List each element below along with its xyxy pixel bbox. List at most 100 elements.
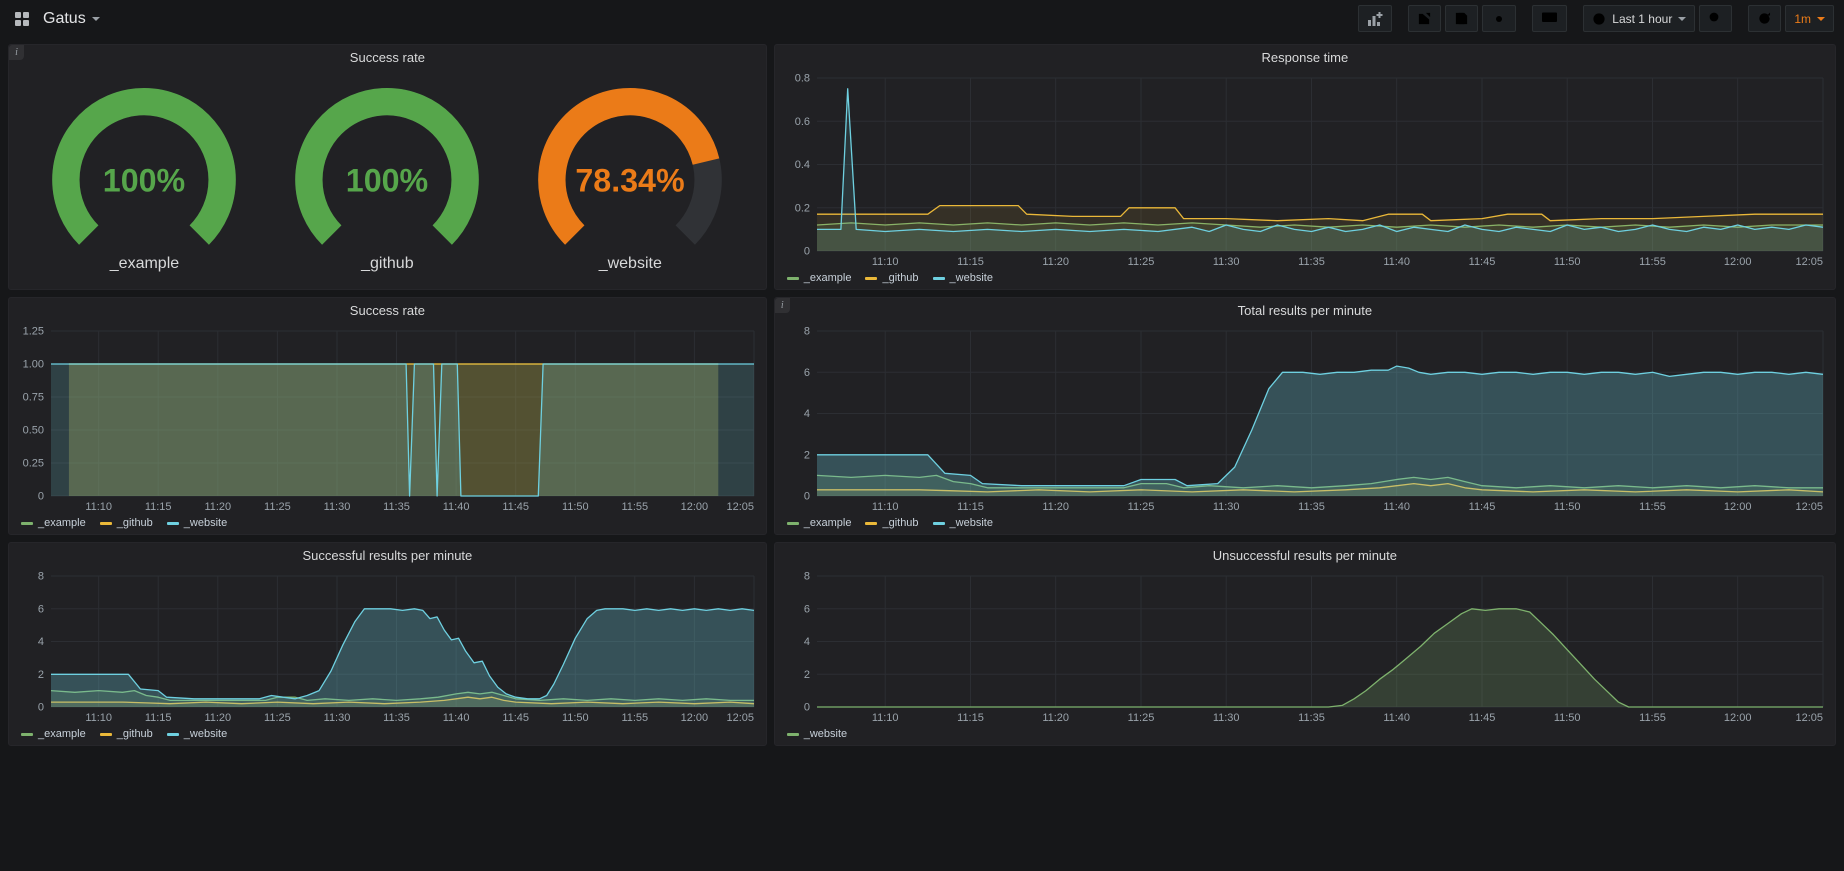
legend-item-_example[interactable]: _example — [787, 517, 852, 529]
series-color-swatch — [167, 733, 179, 736]
grid-squares-icon — [14, 11, 30, 27]
series-name: _github — [117, 517, 153, 529]
svg-text:0: 0 — [38, 491, 44, 503]
unsuccessful-results-chart[interactable]: 0246811:1011:1511:2011:2511:3011:3511:40… — [779, 570, 1829, 727]
svg-text:11:55: 11:55 — [1639, 501, 1666, 513]
svg-text:0: 0 — [804, 702, 810, 714]
legend-item-_github[interactable]: _github — [100, 728, 153, 740]
floppy-disk-icon — [1454, 11, 1469, 26]
svg-text:11:40: 11:40 — [443, 501, 470, 513]
successful-results-chart[interactable]: 0246811:1011:1511:2011:2511:3011:3511:40… — [13, 570, 760, 727]
svg-text:11:25: 11:25 — [264, 712, 291, 724]
legend-item-_website[interactable]: _website — [167, 728, 227, 740]
success-rate-legend: _example _github _website — [9, 516, 766, 534]
series-name: _github — [882, 272, 918, 284]
panel-title[interactable]: Total results per minute — [1238, 303, 1372, 318]
panel-title[interactable]: Successful results per minute — [302, 548, 472, 563]
svg-text:11:10: 11:10 — [872, 256, 899, 268]
panel-title[interactable]: Success rate — [350, 303, 425, 318]
svg-text:12:05: 12:05 — [1795, 501, 1823, 513]
panel-info-icon[interactable]: i — [775, 298, 790, 313]
gauge-label: _github — [361, 255, 414, 273]
panel-title[interactable]: Success rate — [350, 50, 425, 65]
panel-unsuccessful-results: Unsuccessful results per minute 0246811:… — [774, 542, 1836, 746]
series-name: _example — [804, 517, 852, 529]
dashboards-menu-button[interactable] — [10, 8, 34, 30]
magnifier-minus-icon — [1708, 11, 1723, 26]
svg-text:11:50: 11:50 — [1554, 712, 1581, 724]
series-color-swatch — [100, 733, 112, 736]
settings-button[interactable] — [1482, 5, 1516, 32]
svg-text:11:40: 11:40 — [1383, 501, 1410, 513]
svg-text:11:30: 11:30 — [1213, 712, 1240, 724]
svg-text:11:10: 11:10 — [872, 501, 899, 513]
panel-info-icon[interactable]: i — [9, 45, 24, 60]
dashboard-title-picker[interactable]: Gatus — [43, 10, 100, 28]
svg-text:11:10: 11:10 — [85, 712, 112, 724]
success-rate-chart[interactable]: 00.250.500.751.001.2511:1011:1511:2011:2… — [13, 325, 760, 516]
time-range-button[interactable]: Last 1 hour — [1583, 5, 1695, 32]
gauge-arc: 78.34% — [512, 86, 748, 254]
time-range-label: Last 1 hour — [1612, 12, 1672, 26]
svg-text:0: 0 — [804, 246, 810, 258]
svg-text:11:20: 11:20 — [204, 712, 231, 724]
svg-text:11:55: 11:55 — [621, 501, 648, 513]
legend-item-_github[interactable]: _github — [100, 517, 153, 529]
panel-header: Total results per minute — [775, 298, 1835, 322]
dashboard-grid: i Success rate 100%_example100%_github78… — [0, 37, 1844, 746]
share-button[interactable] — [1408, 5, 1441, 32]
gauge-value: 78.34% — [576, 162, 685, 198]
panel-title[interactable]: Unsuccessful results per minute — [1213, 548, 1397, 563]
legend-item-_website[interactable]: _website — [167, 517, 227, 529]
legend-item-_example[interactable]: _example — [21, 728, 86, 740]
svg-text:6: 6 — [804, 367, 810, 379]
svg-text:11:15: 11:15 — [957, 712, 984, 724]
gauge-arc: 100% — [26, 86, 262, 254]
svg-text:1.00: 1.00 — [23, 359, 44, 371]
refresh-interval-label: 1m — [1794, 12, 1811, 26]
series-color-swatch — [787, 277, 799, 280]
legend-item-_website[interactable]: _website — [787, 728, 847, 740]
panel-total-results: i Total results per minute 0246811:1011:… — [774, 297, 1836, 535]
svg-text:11:50: 11:50 — [1554, 256, 1581, 268]
svg-text:11:10: 11:10 — [872, 712, 899, 724]
zoom-out-button[interactable] — [1699, 5, 1732, 32]
legend-item-_website[interactable]: _website — [933, 517, 993, 529]
series-color-swatch — [933, 522, 945, 525]
legend-item-_github[interactable]: _github — [865, 517, 918, 529]
series-name: _example — [38, 728, 86, 740]
svg-text:12:05: 12:05 — [1795, 712, 1823, 724]
svg-text:11:25: 11:25 — [1127, 256, 1154, 268]
refresh-interval-button[interactable]: 1m — [1785, 5, 1834, 32]
refresh-button[interactable] — [1748, 5, 1781, 32]
legend-item-_example[interactable]: _example — [787, 272, 852, 284]
total-results-legend: _example _github _website — [775, 516, 1835, 534]
svg-text:12:00: 12:00 — [1724, 256, 1752, 268]
svg-text:0.4: 0.4 — [794, 159, 809, 171]
panel-title[interactable]: Response time — [1262, 50, 1349, 65]
legend-item-_website[interactable]: _website — [933, 272, 993, 284]
svg-text:0: 0 — [804, 491, 810, 503]
svg-text:11:15: 11:15 — [957, 501, 984, 513]
svg-text:11:30: 11:30 — [1213, 501, 1240, 513]
svg-text:11:35: 11:35 — [1298, 712, 1325, 724]
svg-text:2: 2 — [38, 669, 44, 681]
add-panel-button[interactable] — [1358, 5, 1392, 32]
svg-text:11:55: 11:55 — [621, 712, 648, 724]
svg-text:0.2: 0.2 — [794, 202, 809, 214]
svg-text:8: 8 — [804, 571, 810, 583]
cycle-view-button[interactable] — [1532, 5, 1567, 32]
save-button[interactable] — [1445, 5, 1478, 32]
svg-text:11:45: 11:45 — [1468, 712, 1495, 724]
navbar-left: Gatus — [10, 8, 100, 30]
series-color-swatch — [933, 277, 945, 280]
svg-text:6: 6 — [804, 603, 810, 615]
svg-text:11:30: 11:30 — [324, 501, 351, 513]
total-results-chart[interactable]: 0246811:1011:1511:2011:2511:3011:3511:40… — [779, 325, 1829, 516]
panel-success-rate-gauges: i Success rate 100%_example100%_github78… — [8, 44, 767, 290]
svg-text:11:20: 11:20 — [204, 501, 231, 513]
response-time-chart[interactable]: 00.20.40.60.811:1011:1511:2011:2511:3011… — [779, 72, 1829, 271]
legend-item-_example[interactable]: _example — [21, 517, 86, 529]
svg-text:11:55: 11:55 — [1639, 256, 1666, 268]
legend-item-_github[interactable]: _github — [865, 272, 918, 284]
